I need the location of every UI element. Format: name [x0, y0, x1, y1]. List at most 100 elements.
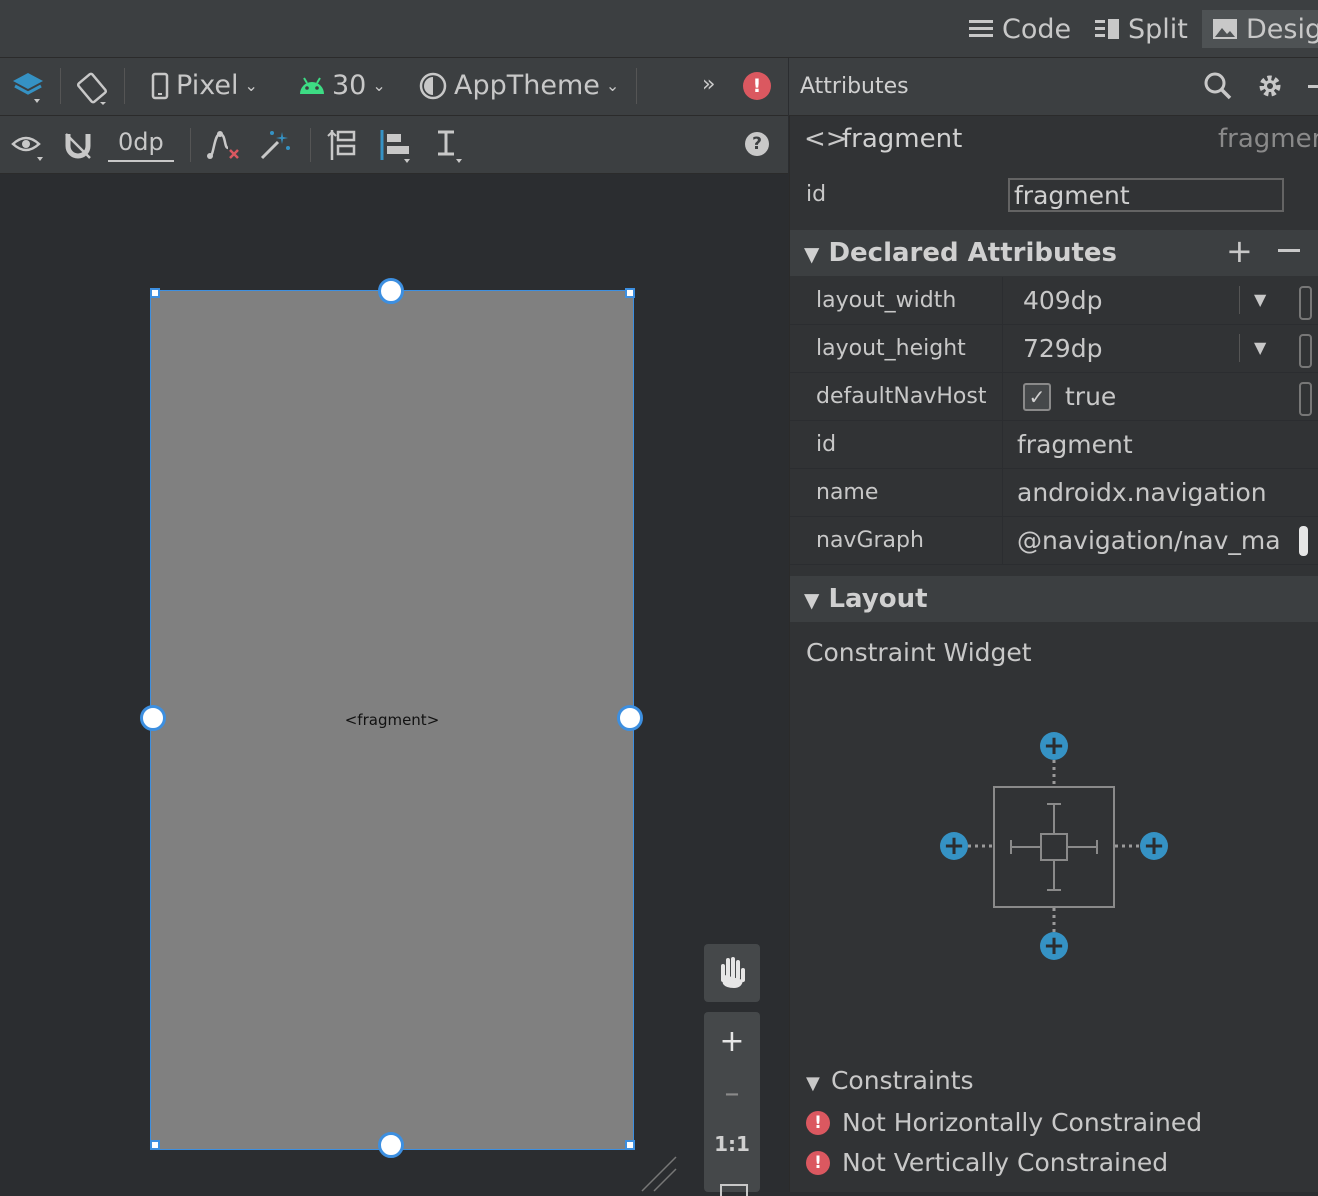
- layout-section[interactable]: ▼ Layout: [790, 576, 1318, 622]
- zoom-reset-button[interactable]: 1:1: [704, 1132, 760, 1156]
- rotate-device-icon: [76, 72, 108, 105]
- code-mode-button[interactable]: Code: [968, 10, 1071, 48]
- add-top-constraint-button[interactable]: +: [1040, 732, 1068, 760]
- split-mode-button[interactable]: Split: [1094, 10, 1188, 48]
- orientation-button[interactable]: [74, 70, 110, 106]
- design-surface-button[interactable]: [10, 70, 46, 106]
- attributes-title: Attributes: [800, 74, 909, 99]
- attribute-row-name[interactable]: name androidx.navigation: [790, 469, 1318, 517]
- pack-button[interactable]: [324, 128, 360, 164]
- gear-icon[interactable]: [1255, 71, 1285, 101]
- anchor-right[interactable]: [617, 705, 643, 731]
- split-view-icon: [1095, 19, 1119, 39]
- attribute-key: name: [816, 480, 879, 505]
- infer-constraints-button[interactable]: [258, 128, 292, 162]
- attribute-row-nav-graph[interactable]: navGraph @navigation/nav_ma: [790, 517, 1318, 565]
- resource-picker-button[interactable]: [1299, 382, 1312, 416]
- overflow-button[interactable]: »: [702, 72, 715, 97]
- layout-title: Layout: [828, 584, 928, 614]
- resource-picker-button[interactable]: [1299, 286, 1312, 320]
- editor-mode-bar: Code Split Desig: [0, 0, 1318, 58]
- search-icon[interactable]: [1203, 71, 1233, 101]
- double-chevron-right-icon: »: [702, 72, 716, 97]
- default-margin-selector[interactable]: 0dp: [108, 128, 174, 162]
- attribute-value-cell[interactable]: 409dp ▼: [1002, 277, 1318, 324]
- zoom-out-button[interactable]: –: [704, 1076, 760, 1111]
- dropdown-button[interactable]: ▼: [1239, 286, 1284, 314]
- zoom-fit-button[interactable]: [720, 1184, 748, 1196]
- attribute-key: id: [816, 432, 837, 457]
- add-left-constraint-button[interactable]: +: [940, 832, 968, 860]
- constraints-header[interactable]: ▼ Constraints: [806, 1066, 974, 1095]
- resize-handle-bottom-left[interactable]: [150, 1140, 160, 1150]
- resize-handle-top-right[interactable]: [625, 288, 635, 298]
- declared-attributes-section[interactable]: ▼ Declared Attributes +: [790, 230, 1318, 276]
- attribute-value-cell[interactable]: fragment: [1002, 421, 1318, 468]
- error-indicator-button[interactable]: !: [743, 72, 771, 100]
- attribute-row-default-nav-host[interactable]: defaultNavHost ✓ true: [790, 373, 1318, 421]
- resize-handle-top-left[interactable]: [150, 288, 160, 298]
- attribute-value: true: [1065, 382, 1117, 411]
- triangle-down-icon: ▼: [804, 588, 820, 612]
- eye-icon: [11, 136, 43, 161]
- device-label: Pixel: [176, 70, 239, 101]
- guidelines-button[interactable]: [432, 128, 468, 164]
- attribute-value: @navigation/nav_ma: [1017, 526, 1281, 555]
- anchor-bottom[interactable]: [378, 1132, 404, 1158]
- attribute-key: layout_width: [816, 288, 957, 313]
- triangle-down-icon: ▼: [806, 1073, 820, 1094]
- fragment-blueprint[interactable]: <fragment>: [150, 290, 634, 1150]
- constraint-warning-row: ! Not Vertically Constrained: [806, 1148, 1168, 1177]
- add-bottom-constraint-button[interactable]: +: [1040, 932, 1068, 960]
- anchor-left[interactable]: [140, 705, 166, 731]
- attribute-value: fragment: [1017, 430, 1133, 459]
- attribute-value-cell[interactable]: 729dp ▼: [1002, 325, 1318, 372]
- checkbox-checked[interactable]: ✓: [1023, 383, 1051, 411]
- device-selector[interactable]: Pixel ⌄: [150, 70, 258, 101]
- add-attribute-button[interactable]: +: [1226, 232, 1253, 270]
- api-level-label: 30: [332, 70, 367, 101]
- design-mode-button[interactable]: Desig: [1202, 10, 1318, 48]
- resize-handle-bottom-right[interactable]: [625, 1140, 635, 1150]
- resource-picker-button[interactable]: [1299, 334, 1312, 368]
- id-field[interactable]: [1008, 178, 1284, 212]
- resize-grip-icon: [641, 1156, 677, 1192]
- android-icon: [300, 76, 324, 94]
- code-mode-label: Code: [1002, 13, 1072, 45]
- theme-selector[interactable]: AppTheme ⌄: [418, 70, 619, 101]
- declared-attributes-title: Declared Attributes: [828, 238, 1118, 268]
- autoconnect-toggle[interactable]: [62, 130, 94, 162]
- code-lines-icon: [969, 20, 993, 37]
- attribute-value-cell[interactable]: androidx.navigation: [1002, 469, 1318, 516]
- id-label: id: [806, 182, 827, 207]
- default-margin-label: 0dp: [108, 128, 174, 162]
- pan-button[interactable]: [704, 944, 760, 1002]
- component-class: fragmer: [1218, 124, 1318, 154]
- constraint-widget-title: Constraint Widget: [806, 638, 1032, 667]
- minimize-button[interactable]: [1308, 85, 1318, 88]
- theme-icon: [419, 72, 447, 99]
- attribute-row-layout-height[interactable]: layout_height 729dp ▼: [790, 325, 1318, 373]
- resource-picker-button[interactable]: [1299, 526, 1308, 556]
- attribute-value-cell[interactable]: @navigation/nav_ma: [1002, 517, 1318, 564]
- attribute-row-id[interactable]: id fragment: [790, 421, 1318, 469]
- view-options-button[interactable]: [10, 130, 46, 164]
- help-button[interactable]: ?: [745, 132, 769, 156]
- design-toolbar-secondary: 0dp ?: [0, 116, 788, 174]
- attribute-row-layout-width[interactable]: layout_width 409dp ▼: [790, 277, 1318, 325]
- align-button[interactable]: [378, 128, 414, 164]
- dropdown-button[interactable]: ▼: [1239, 334, 1284, 362]
- zoom-in-button[interactable]: +: [704, 1024, 760, 1059]
- remove-attribute-button[interactable]: [1278, 249, 1300, 252]
- api-level-selector[interactable]: 30 ⌄: [298, 70, 386, 101]
- chevron-down-icon: ⌄: [244, 76, 258, 95]
- clear-constraints-button[interactable]: [206, 128, 242, 162]
- attribute-value: 409dp: [1023, 286, 1103, 315]
- attribute-key: navGraph: [816, 528, 924, 553]
- anchor-top[interactable]: [378, 278, 404, 304]
- attribute-value-cell: ✓ true: [1002, 373, 1318, 420]
- error-icon: !: [743, 72, 771, 100]
- pack-icon: [327, 130, 356, 160]
- add-right-constraint-button[interactable]: +: [1140, 832, 1168, 860]
- guideline-icon: [438, 130, 462, 163]
